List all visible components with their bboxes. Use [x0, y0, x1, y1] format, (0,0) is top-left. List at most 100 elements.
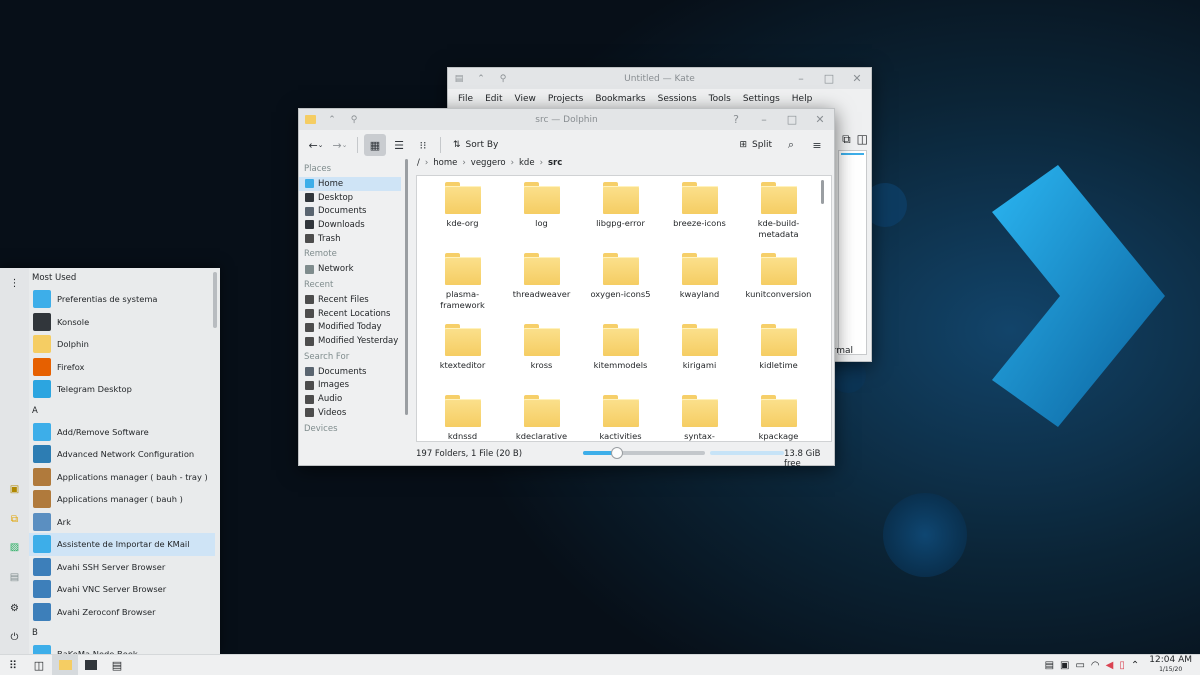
places-scrollbar[interactable] [405, 159, 408, 415]
folder-item[interactable]: log [502, 182, 581, 253]
forward-button[interactable]: → ⌄ [329, 134, 351, 156]
place-item-trash[interactable]: Trash [299, 232, 409, 246]
task-konsole-icon[interactable] [78, 655, 104, 675]
breadcrumb-item[interactable]: veggero [471, 158, 506, 168]
file-view-scrollbar[interactable] [821, 180, 824, 204]
minimize-icon[interactable]: – [750, 109, 778, 130]
launcher-app-avahi-zeroconf-browser[interactable]: Avahi Zeroconf Browser [29, 601, 220, 624]
place-item-recent-files[interactable]: Recent Files [299, 293, 409, 307]
launcher-app-ark[interactable]: Ark [29, 511, 220, 534]
folder-item[interactable]: plasma-framework [423, 253, 502, 324]
launcher-app-applications-manager-bauh-tray[interactable]: Applications manager ( bauh - tray ) [29, 466, 220, 489]
breadcrumb-item[interactable]: / [417, 158, 420, 168]
place-item-documents[interactable]: Documents [299, 365, 409, 379]
place-item-modified-yesterday[interactable]: Modified Yesterday [299, 334, 409, 348]
menu-item-settings[interactable]: Settings [737, 94, 786, 104]
place-item-audio[interactable]: Audio [299, 392, 409, 406]
folder-item[interactable]: kidletime [739, 324, 818, 395]
breadcrumb-item[interactable]: home [433, 158, 457, 168]
zoom-slider[interactable] [583, 447, 705, 459]
keep-above-icon[interactable]: ⌃ [470, 68, 492, 89]
keep-above-icon[interactable]: ⌃ [321, 109, 343, 130]
digital-clock[interactable]: 12:04 AM 1/15/20 [1149, 656, 1192, 674]
folder-item[interactable]: kirigami [660, 324, 739, 395]
task-kate-icon[interactable]: ▤ [104, 655, 130, 675]
launcher-app-bakoma-node-book[interactable]: BaKoMa Node Book [29, 643, 220, 654]
app-launcher-icon[interactable]: ⠿ [0, 655, 26, 675]
kate-titlebar[interactable]: ▤ ⌃ ⚲ Untitled — Kate – □ ✕ [448, 68, 871, 89]
launcher-app-assistente-de-importar-de-kmail[interactable]: Assistente de Importar de KMail [29, 533, 215, 556]
zoom-slider-handle[interactable] [611, 447, 624, 459]
breadcrumb[interactable]: / › home › veggero › kde › src [417, 156, 562, 170]
place-item-recent-locations[interactable]: Recent Locations [299, 307, 409, 321]
favorite-files-icon[interactable]: ⧉ [7, 512, 22, 527]
menu-item-sessions[interactable]: Sessions [652, 94, 703, 104]
folder-item[interactable]: syntax-highlighting [660, 395, 739, 441]
breadcrumb-item[interactable]: kde [519, 158, 535, 168]
settings-gear-icon[interactable]: ⚙ [7, 601, 22, 616]
folder-item[interactable]: breeze-icons [660, 182, 739, 253]
launcher-app-konsole[interactable]: Konsole [29, 311, 220, 334]
folder-item[interactable]: threadweaver [502, 253, 581, 324]
launcher-app-applications-manager-bauh[interactable]: Applications manager ( bauh ) [29, 488, 220, 511]
place-item-modified-today[interactable]: Modified Today [299, 321, 409, 335]
menu-item-tools[interactable]: Tools [703, 94, 737, 104]
search-icon[interactable]: ⌕ [780, 134, 802, 156]
maximize-icon[interactable]: □ [815, 68, 843, 89]
split-button[interactable]: ⊞ Split [735, 140, 776, 150]
power-icon[interactable]: ⏻ [7, 630, 22, 645]
notifications-icon[interactable]: ▤ [1045, 660, 1054, 671]
pin-icon[interactable]: ⚲ [492, 68, 514, 89]
menu-item-edit[interactable]: Edit [479, 94, 508, 104]
folder-item[interactable]: kpackage [739, 395, 818, 441]
close-icon[interactable]: ✕ [843, 68, 871, 89]
folder-item[interactable]: ktexteditor [423, 324, 502, 395]
close-icon[interactable]: ✕ [806, 109, 834, 130]
copy-icon[interactable]: ⧉ [842, 132, 851, 147]
launcher-app-advanced-network-configuration[interactable]: Advanced Network Configuration [29, 443, 220, 466]
task-dolphin-icon[interactable] [52, 654, 78, 675]
menu-item-bookmarks[interactable]: Bookmarks [589, 94, 651, 104]
wifi-icon[interactable]: ◠ [1091, 660, 1100, 671]
menu-item-help[interactable]: Help [786, 94, 819, 104]
launcher-app-preferentias-de-systema[interactable]: Preferentias de systema [29, 288, 220, 311]
folder-item[interactable]: kdeclarative [502, 395, 581, 441]
dolphin-titlebar[interactable]: ⌃ ⚲ src — Dolphin ? – □ ✕ [299, 109, 834, 130]
folder-item[interactable]: kunitconversion [739, 253, 818, 324]
launcher-app-avahi-ssh-server-browser[interactable]: Avahi SSH Server Browser [29, 556, 220, 579]
favorite-app-icon[interactable]: ▣ [7, 482, 22, 497]
place-item-downloads[interactable]: Downloads [299, 218, 409, 232]
launcher-scrollbar[interactable] [213, 272, 217, 328]
menu-item-projects[interactable]: Projects [542, 94, 589, 104]
battery-icon[interactable]: ▯ [1119, 660, 1125, 671]
launcher-app-telegram-desktop[interactable]: Telegram Desktop [29, 378, 220, 401]
hamburger-menu-icon[interactable]: ≡ [806, 134, 828, 156]
kate-mode-label[interactable]: rmal [833, 346, 853, 356]
split-view-icon[interactable]: ◫ [857, 132, 868, 147]
folder-item[interactable]: kross [502, 324, 581, 395]
launcher-app-firefox[interactable]: Firefox [29, 356, 220, 379]
place-item-desktop[interactable]: Desktop [299, 191, 409, 205]
folder-item[interactable]: kwayland [660, 253, 739, 324]
minimize-icon[interactable]: – [787, 68, 815, 89]
file-view[interactable]: kde-org log libgpg-error breeze-icons kde-bu… [416, 175, 832, 442]
show-desktop-icon[interactable]: ◫ [26, 655, 52, 675]
favorite-doc-icon[interactable]: ▤ [7, 570, 22, 585]
launcher-app-add-remove-software[interactable]: Add/Remove Software [29, 421, 220, 444]
menu-item-file[interactable]: File [452, 94, 479, 104]
menu-item-view[interactable]: View [509, 94, 542, 104]
folder-item[interactable]: kde-org [423, 182, 502, 253]
favorite-images-icon[interactable]: ▨ [7, 540, 22, 555]
sort-by-button[interactable]: ⇅ Sort By [447, 140, 504, 150]
expand-tray-icon[interactable]: ⌃ [1131, 660, 1139, 671]
place-item-network[interactable]: Network [299, 262, 409, 276]
launcher-app-dolphin[interactable]: Dolphin [29, 333, 220, 356]
help-icon[interactable]: ? [722, 109, 750, 130]
breadcrumb-item[interactable]: src [548, 158, 562, 168]
dolphin-window[interactable]: ⌃ ⚲ src — Dolphin ? – □ ✕ ← ⌄ → ⌄ ▦ ☰ ⁝⁝ ⇅… [298, 108, 835, 469]
place-item-documents[interactable]: Documents [299, 204, 409, 218]
more-options-icon[interactable]: ⋮ [7, 276, 22, 291]
folder-item[interactable]: kitemmodels [581, 324, 660, 395]
compact-view-icon[interactable]: ☰ [388, 134, 410, 156]
folder-item[interactable]: kactivities [581, 395, 660, 441]
